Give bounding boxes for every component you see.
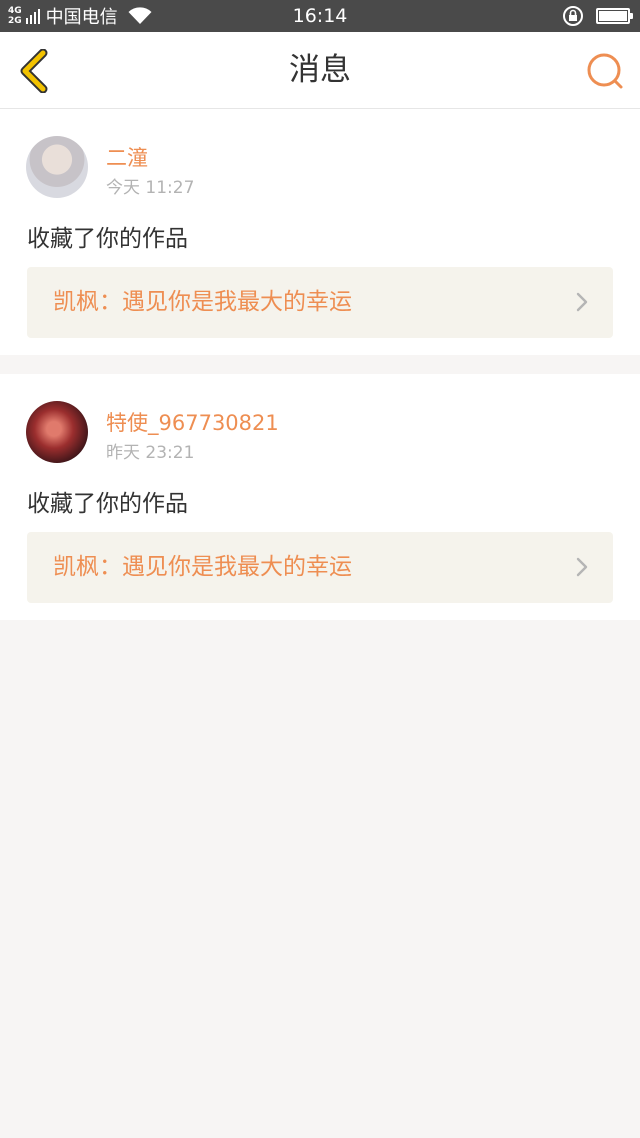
message-card: 特使_967730821 昨天 23:21 收藏了你的作品 凯枫：遇见你是我最大… — [0, 374, 640, 620]
username[interactable]: 特使_967730821 — [106, 407, 279, 437]
back-button[interactable] — [12, 48, 56, 94]
status-bar: 4G 2G 中国电信 16:14 — [0, 0, 640, 32]
avatar[interactable] — [26, 136, 88, 198]
username[interactable]: 二潼 — [106, 142, 148, 172]
avatar[interactable] — [26, 401, 88, 463]
message-action: 收藏了你的作品 — [27, 226, 188, 252]
navigation-bar: 消息 — [0, 32, 640, 109]
message-card: 二潼 今天 11:27 收藏了你的作品 凯枫：遇见你是我最大的幸运 — [0, 109, 640, 355]
work-title: 凯枫：遇见你是我最大的幸运 — [53, 554, 352, 580]
work-link[interactable]: 凯枫：遇见你是我最大的幸运 — [27, 532, 613, 603]
status-time: 16:14 — [292, 5, 348, 27]
rotation-lock-icon — [563, 6, 583, 26]
status-right — [562, 0, 633, 32]
battery-icon — [596, 8, 633, 24]
message-time: 今天 11:27 — [106, 178, 195, 198]
search-icon — [587, 53, 623, 89]
work-link[interactable]: 凯枫：遇见你是我最大的幸运 — [27, 267, 613, 338]
message-time: 昨天 23:21 — [106, 443, 195, 463]
chevron-right-icon — [576, 557, 588, 577]
chevron-left-icon — [20, 49, 48, 93]
page-title: 消息 — [289, 52, 351, 88]
search-button[interactable] — [584, 50, 626, 92]
message-action: 收藏了你的作品 — [27, 491, 188, 517]
work-title: 凯枫：遇见你是我最大的幸运 — [53, 289, 352, 315]
chevron-right-icon — [576, 292, 588, 312]
